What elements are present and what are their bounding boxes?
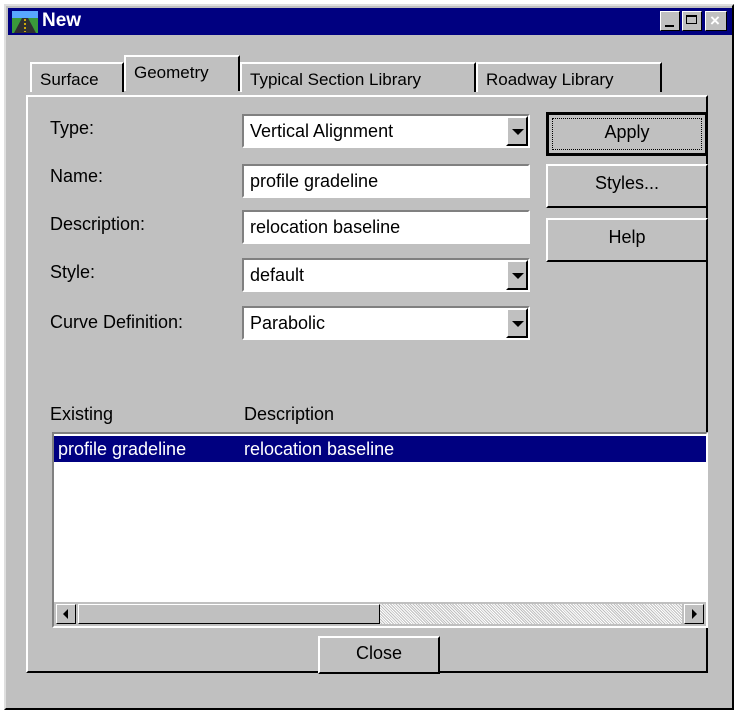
- tab-geometry[interactable]: Geometry: [124, 55, 240, 91]
- tab-typical-section-library-label: Typical Section Library: [250, 70, 422, 89]
- chevron-down-icon[interactable]: [506, 260, 528, 290]
- style-label: Style:: [50, 262, 96, 282]
- maximize-icon[interactable]: [682, 11, 702, 31]
- scroll-track[interactable]: [380, 604, 682, 624]
- curve-definition-select[interactable]: Parabolic: [242, 306, 530, 340]
- list-item-description: relocation baseline: [244, 439, 395, 459]
- window-title: New: [42, 10, 82, 31]
- scroll-thumb[interactable]: [78, 604, 380, 624]
- style-select[interactable]: default: [242, 258, 530, 292]
- close-icon[interactable]: ×: [705, 11, 727, 31]
- name-input[interactable]: profile gradeline: [242, 164, 530, 198]
- road-app-icon: [12, 11, 38, 33]
- description-input-value: relocation baseline: [250, 217, 401, 237]
- description-label: Description:: [50, 214, 146, 234]
- tab-roadway-library[interactable]: Roadway Library: [476, 62, 662, 92]
- style-select-value: default: [250, 265, 305, 285]
- help-button[interactable]: Help: [546, 218, 708, 262]
- scroll-left-icon[interactable]: [56, 604, 76, 624]
- apply-button-label: Apply: [604, 122, 650, 142]
- styles-button[interactable]: Styles...: [546, 164, 708, 208]
- minimize-icon[interactable]: [660, 11, 680, 31]
- tab-geometry-label: Geometry: [134, 63, 209, 82]
- type-select[interactable]: Vertical Alignment: [242, 114, 530, 148]
- horizontal-scrollbar[interactable]: [54, 602, 706, 626]
- name-input-value: profile gradeline: [250, 171, 379, 191]
- chevron-down-icon[interactable]: [506, 116, 528, 146]
- tab-roadway-library-label: Roadway Library: [486, 70, 614, 89]
- description-input[interactable]: relocation baseline: [242, 210, 530, 244]
- title-bar[interactable]: New ×: [8, 8, 732, 35]
- styles-button-label: Styles...: [594, 173, 660, 193]
- apply-button[interactable]: Apply: [546, 112, 708, 156]
- close-button-label: Close: [355, 643, 403, 663]
- chevron-down-icon[interactable]: [506, 308, 528, 338]
- tab-surface-label: Surface: [40, 70, 99, 89]
- scroll-right-icon[interactable]: [684, 604, 704, 624]
- tab-surface[interactable]: Surface: [30, 62, 124, 92]
- tab-typical-section-library[interactable]: Typical Section Library: [240, 62, 476, 92]
- help-button-label: Help: [608, 227, 646, 247]
- existing-column-header: Existing: [50, 404, 114, 424]
- description-column-header: Description: [244, 404, 335, 424]
- name-label: Name:: [50, 166, 104, 186]
- curve-definition-label: Curve Definition:: [50, 312, 184, 332]
- type-label: Type:: [50, 118, 95, 138]
- close-button[interactable]: Close: [318, 636, 440, 674]
- list-item-existing: profile gradeline: [58, 439, 187, 459]
- list-item[interactable]: profile gradeline relocation baseline: [54, 436, 706, 462]
- type-select-value: Vertical Alignment: [250, 121, 394, 141]
- existing-list[interactable]: profile gradeline relocation baseline: [52, 432, 708, 628]
- curve-definition-select-value: Parabolic: [250, 313, 326, 333]
